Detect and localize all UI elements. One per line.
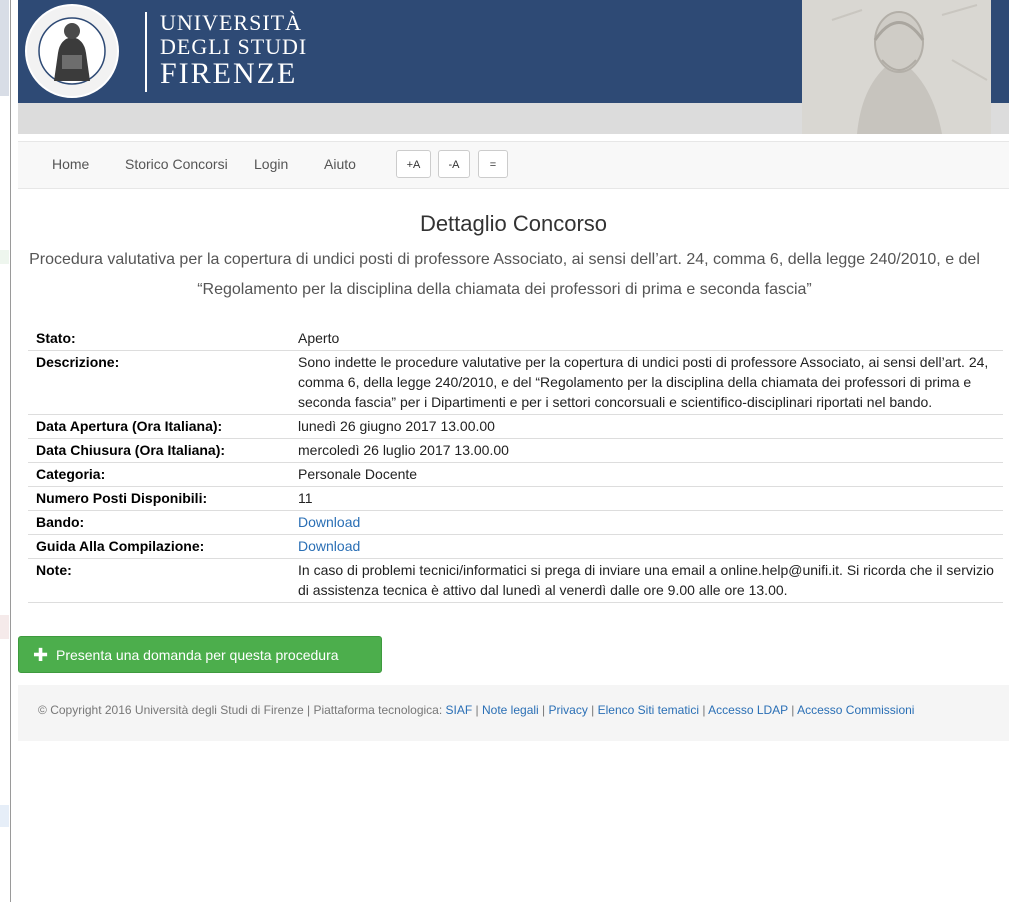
page-subtitle: Procedura valutativa per la copertura di… <box>29 251 980 298</box>
numero-posti-value: 11 <box>290 486 1003 511</box>
numero-posti-label: Numero Posti Disponibili: <box>28 486 290 511</box>
stato-label: Stato: <box>28 327 290 351</box>
note-label: Note: <box>28 558 290 603</box>
footer-link-siti-tematici[interactable]: Elenco Siti tematici <box>598 703 699 717</box>
note-value: In caso di problemi tecnici/informatici … <box>290 558 1003 603</box>
descrizione-value: Sono indette le procedure valutative per… <box>290 350 1003 415</box>
font-decrease-button[interactable]: -A <box>438 150 470 178</box>
apply-button[interactable]: ✚ Presenta una domanda per questa proced… <box>18 636 382 673</box>
copyright-icon: © <box>38 703 47 717</box>
dante-portrait-image <box>802 0 991 134</box>
nav-aiuto[interactable]: Aiuto <box>324 156 356 172</box>
site-footer: © Copyright 2016 Università degli Studi … <box>18 685 1009 741</box>
table-row: Numero Posti Disponibili: 11 <box>28 486 1003 511</box>
bando-label: Bando: <box>28 510 290 535</box>
stato-value: Aperto <box>290 327 1003 351</box>
data-apertura-label: Data Apertura (Ora Italiana): <box>28 414 290 439</box>
table-row: Stato: Aperto <box>28 327 1003 351</box>
footer-link-siaf[interactable]: SIAF <box>446 703 473 717</box>
guida-label: Guida Alla Compilazione: <box>28 534 290 559</box>
guida-download-link[interactable]: Download <box>298 538 360 554</box>
nav-storico-concorsi[interactable]: Storico Concorsi <box>125 156 228 172</box>
table-row: Guida Alla Compilazione: Download <box>28 534 1003 559</box>
university-seal-logo <box>25 4 119 98</box>
categoria-value: Personale Docente <box>290 462 1003 487</box>
categoria-label: Categoria: <box>28 462 290 487</box>
descrizione-label: Descrizione: <box>28 350 290 415</box>
table-row: Categoria: Personale Docente <box>28 462 1003 487</box>
font-reset-button[interactable]: = <box>478 150 508 178</box>
table-row: Descrizione: Sono indette le procedure v… <box>28 350 1003 415</box>
plus-icon: ✚ <box>33 645 49 665</box>
window-edge <box>0 0 11 902</box>
nav-home[interactable]: Home <box>52 156 89 172</box>
nav-login[interactable]: Login <box>254 156 288 172</box>
table-row: Data Apertura (Ora Italiana): lunedì 26 … <box>28 414 1003 439</box>
footer-link-accesso-commissioni[interactable]: Accesso Commissioni <box>797 703 914 717</box>
logo-line-3: FIRENZE <box>160 57 298 90</box>
font-increase-button[interactable]: +A <box>396 150 431 178</box>
footer-link-note-legali[interactable]: Note legali <box>482 703 539 717</box>
footer-copyright: Copyright 2016 Università degli Studi di… <box>50 703 443 717</box>
table-row: Bando: Download <box>28 510 1003 535</box>
details-table: Stato: Aperto Descrizione: Sono indette … <box>28 327 1003 603</box>
logo-line-1: UNIVERSITÀ <box>160 10 302 35</box>
footer-link-accesso-ldap[interactable]: Accesso LDAP <box>708 703 788 717</box>
table-row: Data Chiusura (Ora Italiana): mercoledì … <box>28 438 1003 463</box>
table-row: Note: In caso di problemi tecnici/inform… <box>28 558 1003 603</box>
apply-button-label: Presenta una domanda per questa procedur… <box>55 647 339 663</box>
logo-line-2: DEGLI STUDI <box>160 34 308 59</box>
university-name: UNIVERSITÀ DEGLI STUDI FIRENZE <box>160 12 307 89</box>
main-navbar: Home Storico Concorsi Login Aiuto +A -A … <box>18 141 1009 189</box>
footer-link-privacy[interactable]: Privacy <box>549 703 588 717</box>
data-apertura-value: lunedì 26 giugno 2017 13.00.00 <box>290 414 1003 439</box>
data-chiusura-value: mercoledì 26 luglio 2017 13.00.00 <box>290 438 1003 463</box>
page-title: Dettaglio Concorso <box>419 211 608 236</box>
bando-download-link[interactable]: Download <box>298 514 360 530</box>
logo-divider <box>145 12 147 92</box>
data-chiusura-label: Data Chiusura (Ora Italiana): <box>28 438 290 463</box>
